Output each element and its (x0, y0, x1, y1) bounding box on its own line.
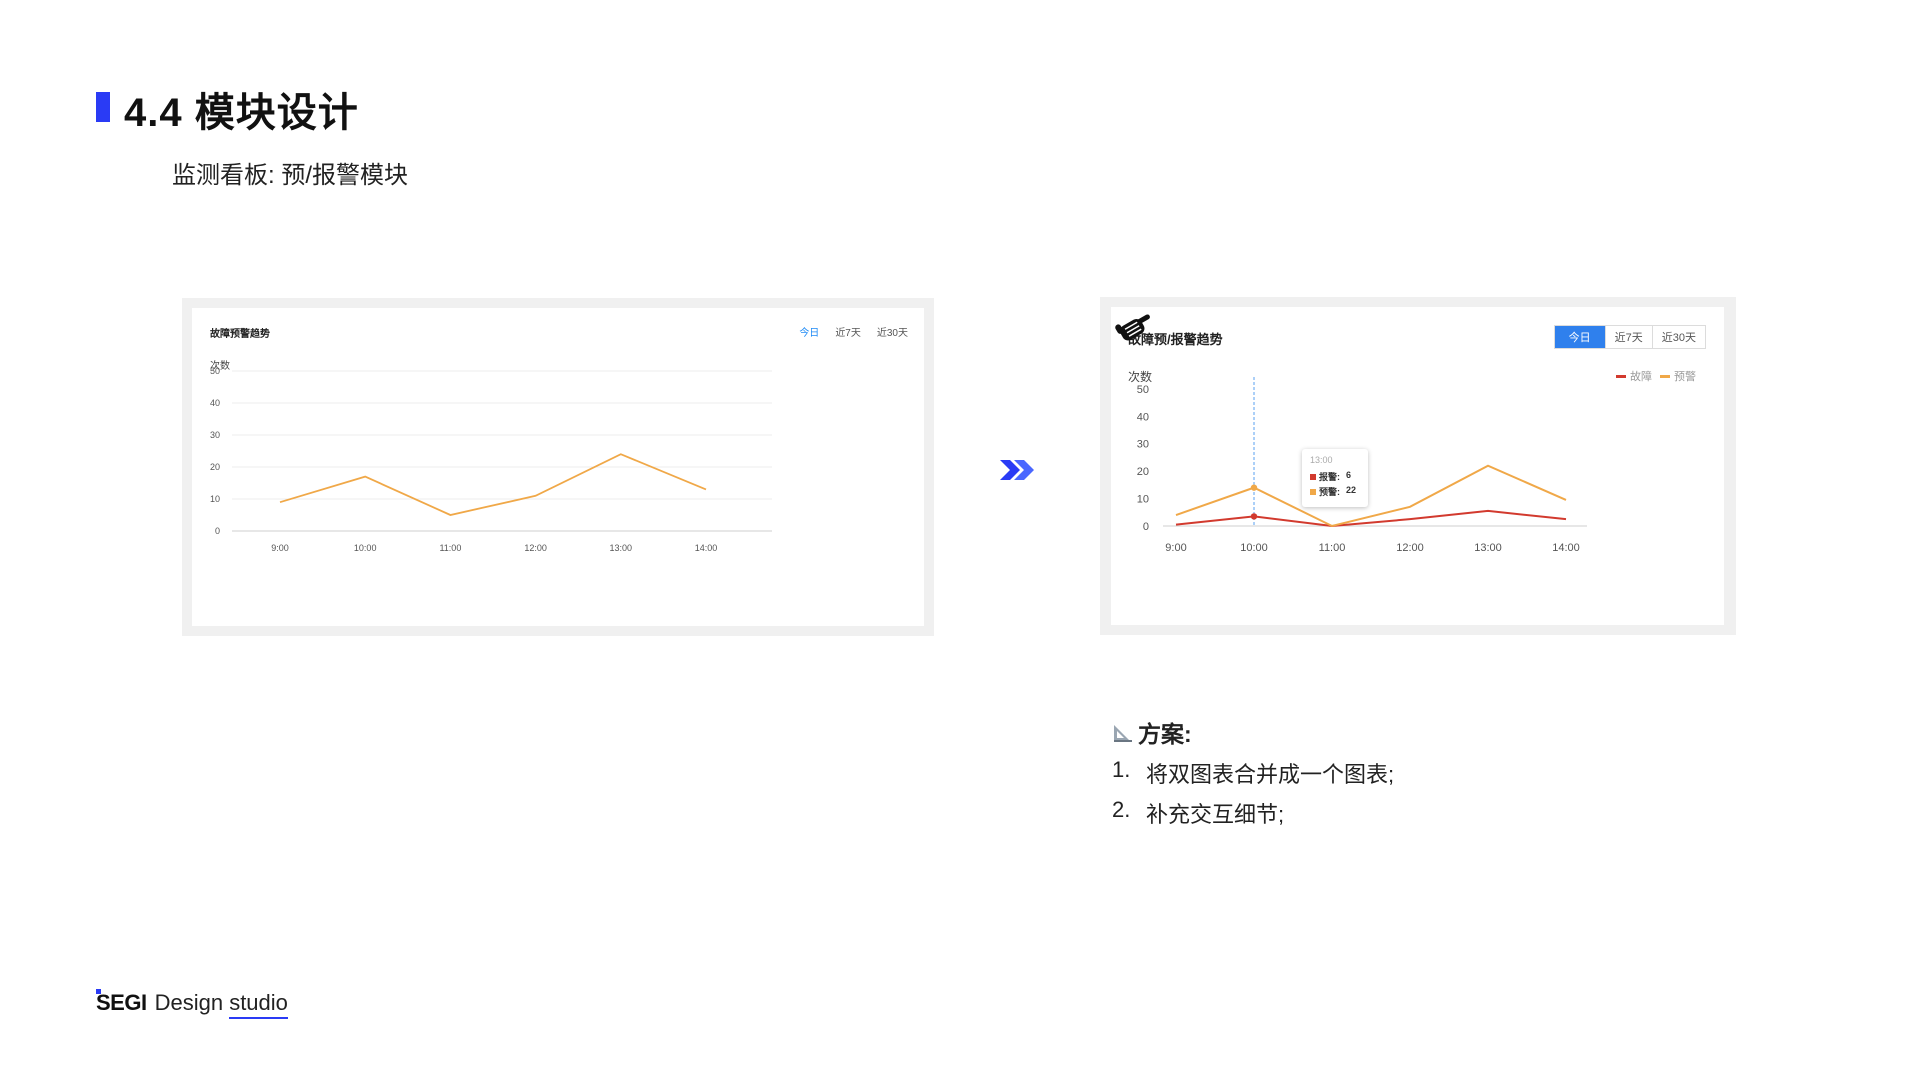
y-tick-label: 0 (1143, 521, 1149, 533)
chart-panel-after: 故障预/报警趋势 今日 近7天 近30天 次数 故障 预警 0 10 20 30 40 5… (1100, 297, 1736, 635)
solution-heading: 方案: (1112, 715, 1394, 749)
brand-name: SEGI (96, 990, 147, 1015)
y-tick-label: 30 (1137, 439, 1149, 451)
line-chart-before: 0 10 20 30 40 50 9:00 10:00 11:00 12:00 13:00 14:00 (210, 366, 772, 553)
page-title: 4.4 模块设计 (124, 91, 359, 135)
y-tick-label: 10 (210, 494, 220, 504)
brand-logo: SEGI Design studio (96, 989, 288, 1019)
tooltip-value-warning: 22 (1346, 485, 1357, 495)
tooltip-time: 13:00 (1310, 455, 1333, 465)
x-tick-label: 10:00 (1240, 542, 1268, 554)
logo-dot (96, 989, 101, 994)
x-tick-label: 14:00 (1552, 542, 1580, 554)
solution-heading-text: 方案: (1138, 721, 1192, 747)
y-tick-label: 40 (1137, 411, 1149, 423)
title-accent-bar (96, 92, 110, 122)
tooltip-row-warning: 预警: (1310, 485, 1340, 498)
x-tick-label: 9:00 (271, 543, 289, 553)
series-line-0 (279, 453, 707, 516)
y-tick-label: 10 (1137, 493, 1149, 505)
y-tick-label: 40 (210, 398, 220, 408)
y-tick-label: 20 (210, 462, 220, 472)
x-tick-label: 14:00 (695, 543, 718, 553)
hover-point (1250, 484, 1258, 491)
list-item-number: 2. (1112, 797, 1131, 822)
tooltip-value-alarm: 6 (1346, 470, 1352, 480)
x-tick-label: 13:00 (610, 543, 633, 553)
x-tick-label: 11:00 (439, 543, 461, 553)
x-tick-label: 12:00 (1396, 542, 1424, 554)
list-item-text: 将双图表合并成一个图表; (1146, 762, 1395, 787)
chart-card-before: 故障预警趋势 今日 近7天 近30天 次数 0 10 20 30 40 50 9:00 10:… (192, 308, 924, 626)
y-tick-label: 30 (210, 430, 220, 440)
series-line-named (1175, 509, 1567, 528)
chart-panel-before: 故障预警趋势 今日 近7天 近30天 次数 0 10 20 30 40 50 9:00 10:… (182, 298, 934, 636)
triangle-ruler-icon (1114, 725, 1132, 742)
list-item-number: 1. (1112, 757, 1131, 782)
y-tick-label: 50 (1137, 384, 1149, 396)
y-tick-label: 20 (1137, 466, 1149, 478)
tooltip-label-warning: 预警: (1319, 487, 1340, 497)
tooltip-swatch-warning (1310, 488, 1316, 495)
x-tick-label: 11:00 (1319, 542, 1346, 554)
list-item: 2. 补充交互细节; (1112, 797, 1394, 829)
x-tick-label: 13:00 (1474, 542, 1502, 554)
list-item-text: 补充交互细节; (1146, 802, 1285, 827)
solution-block: 方案: 1. 将双图表合并成一个图表; 2. 补充交互细节; (1112, 715, 1394, 829)
tooltip-label-alarm: 报警: (1319, 472, 1340, 482)
x-tick-label: 9:00 (1165, 542, 1186, 554)
brand-studio-prefix: Design (154, 990, 224, 1015)
brand-studio-suffix: studio (229, 990, 288, 1019)
y-tick-label: 50 (210, 366, 220, 376)
series-line-named (1175, 464, 1567, 528)
chart-tooltip: 13:00 报警: 6 预警: 22 (1302, 449, 1368, 507)
x-tick-label: 10:00 (354, 543, 377, 553)
brand-studio: Design studio (154, 990, 288, 1019)
double-chevron-right-icon (1000, 460, 1034, 480)
tooltip-row-alarm: 报警: (1310, 470, 1340, 483)
page-subtitle: 监测看板: 预/报警模块 (172, 162, 409, 189)
hover-point (1250, 513, 1258, 520)
pointing-hand-cursor-icon (1115, 314, 1150, 341)
x-tick-label: 12:00 (524, 543, 547, 553)
list-item: 1. 将双图表合并成一个图表; (1112, 757, 1394, 789)
chart-card-after: 故障预/报警趋势 今日 近7天 近30天 次数 故障 预警 0 10 20 30 40 5… (1111, 307, 1724, 625)
line-chart-after: 0 10 20 30 40 50 9:00 10:00 11:00 12:00 13:00 14:00 (1137, 377, 1587, 554)
y-tick-label: 0 (215, 526, 220, 536)
tooltip-swatch-alarm (1310, 473, 1316, 480)
